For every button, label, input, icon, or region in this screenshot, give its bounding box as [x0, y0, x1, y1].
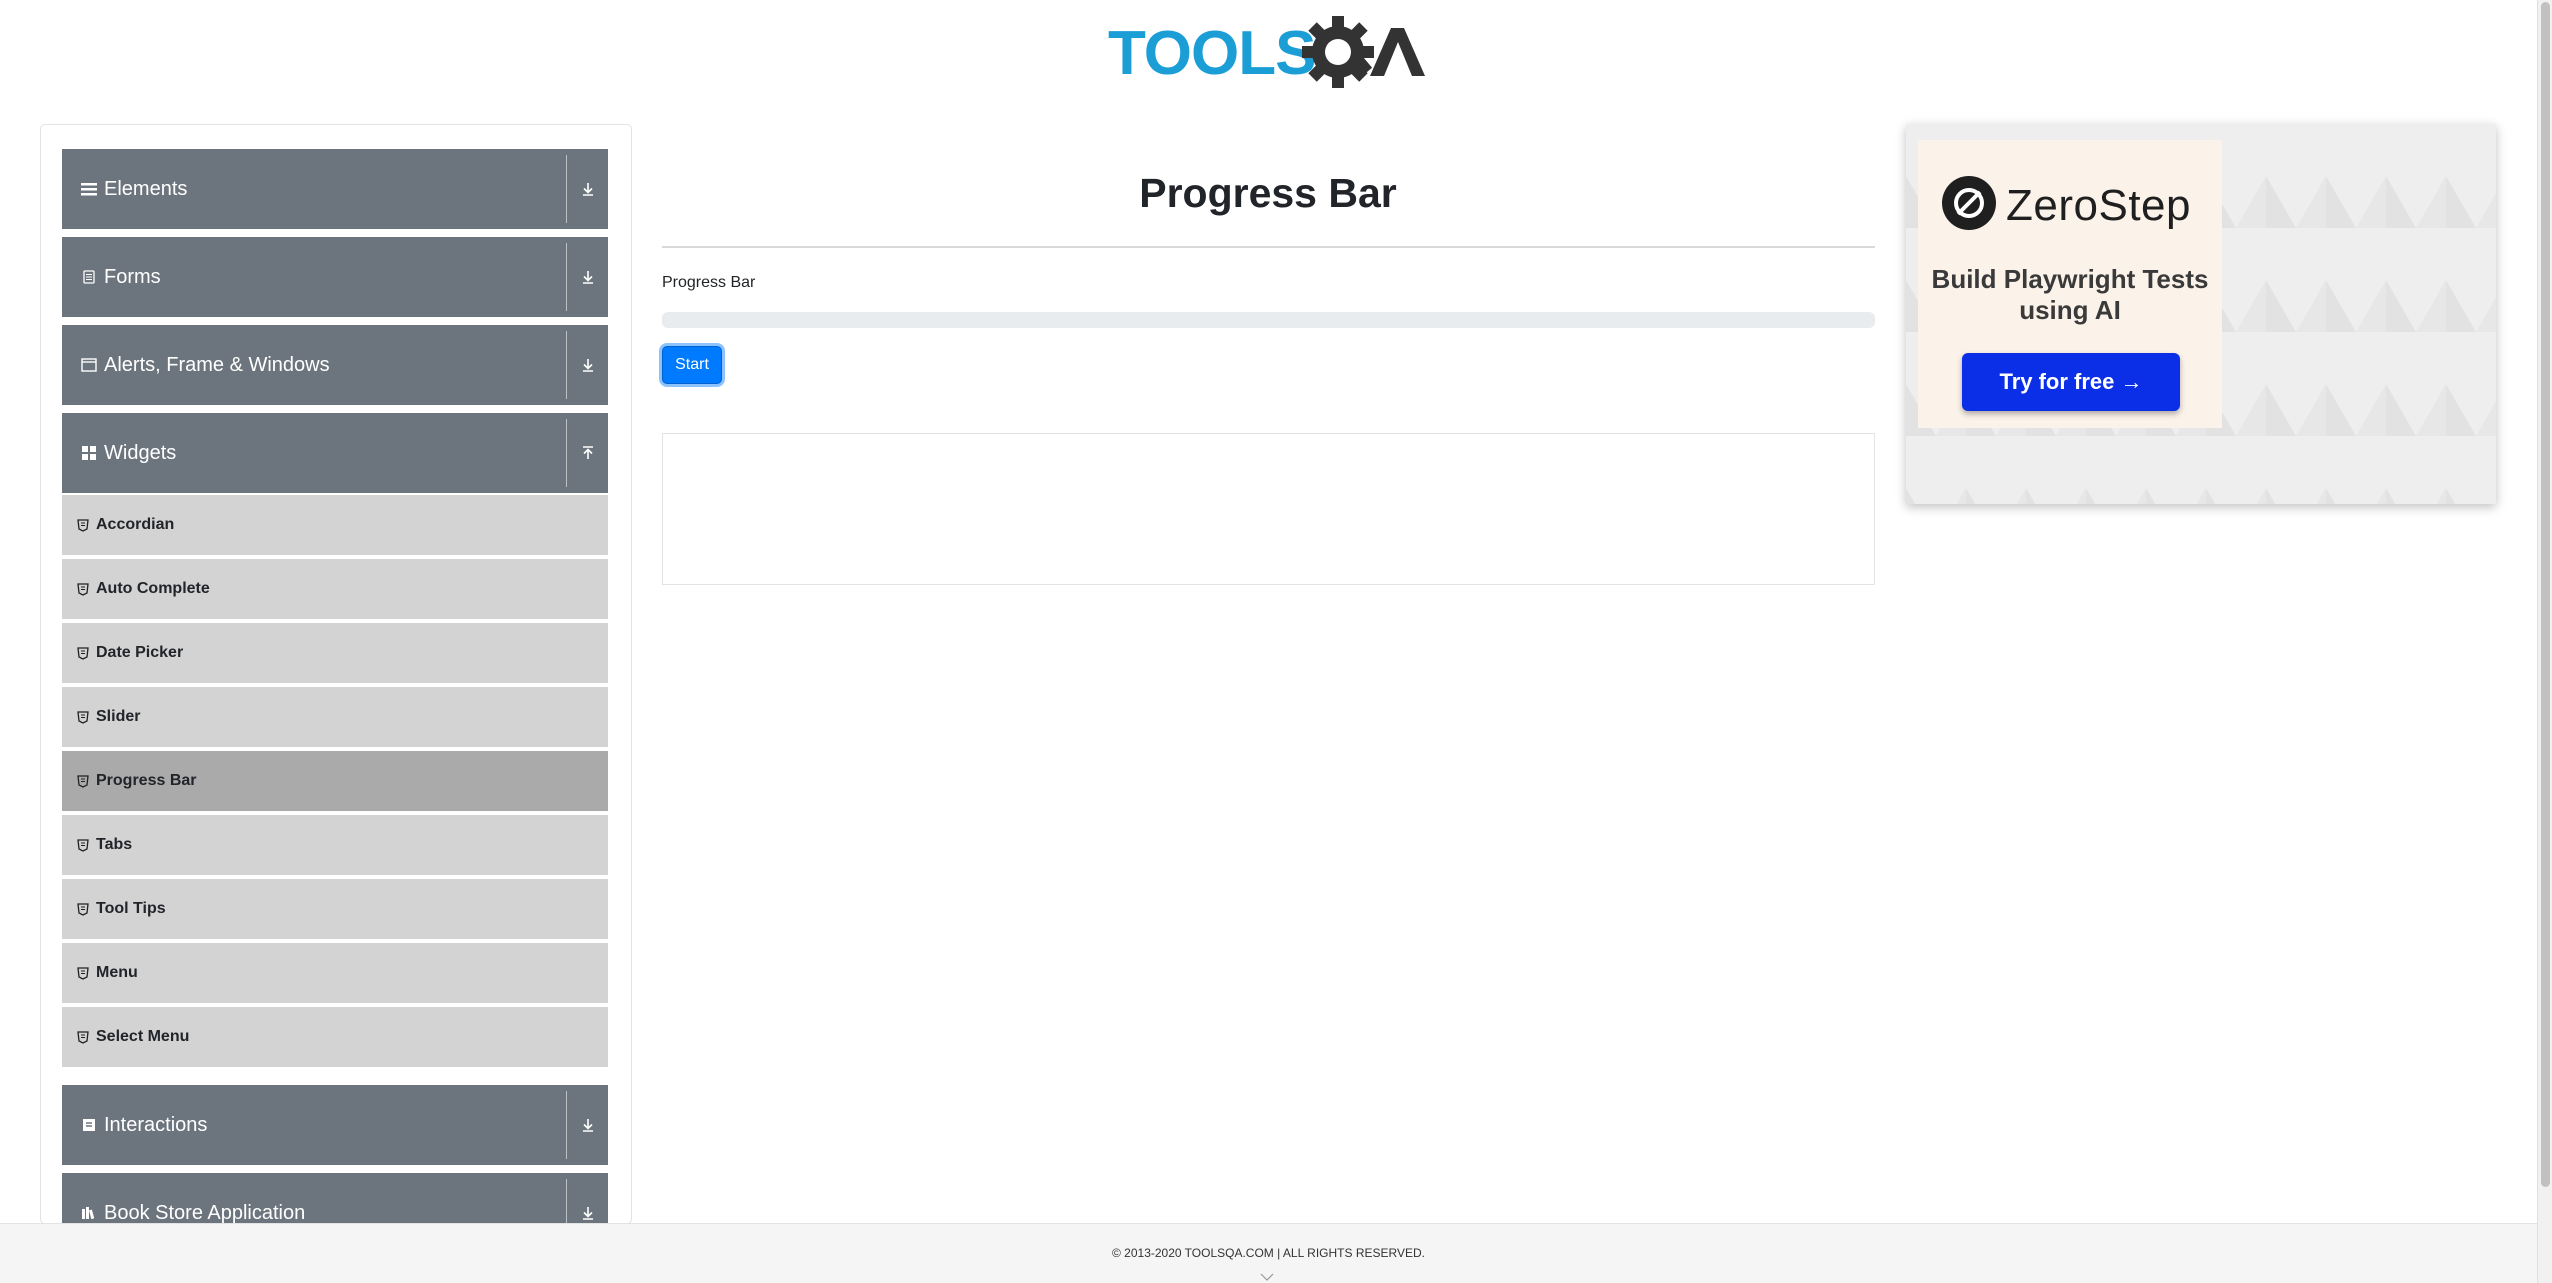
- sidebar-item-tool-tips[interactable]: Tool Tips: [62, 879, 608, 941]
- menu-icon: [80, 180, 98, 198]
- ad-banner[interactable]: ZeroStep Build Playwright Tests using AI…: [1906, 124, 2496, 504]
- footer-copyright: © 2013-2020 TOOLSQA.COM | ALL RIGHTS RES…: [1112, 1246, 1425, 1260]
- sidebar-item-date-picker[interactable]: Date Picker: [62, 623, 608, 685]
- sidebar-item-label: Menu: [96, 964, 138, 981]
- progress-bar: [662, 312, 1875, 328]
- sidebar-group-label: Interactions: [104, 1113, 208, 1136]
- page-scrollbar[interactable]: [2537, 0, 2552, 1283]
- sidebar-item-select-menu[interactable]: Select Menu: [62, 1007, 608, 1069]
- shield-icon: [76, 518, 90, 532]
- sidebar-item-progress-bar[interactable]: Progress Bar: [62, 751, 608, 813]
- ad-headline: Build Playwright Tests using AI: [1931, 264, 2209, 325]
- progress-bar-label: Progress Bar: [662, 274, 756, 291]
- sidebar-group-interactions[interactable]: Interactions: [62, 1085, 608, 1165]
- sidebar-item-slider[interactable]: Slider: [62, 687, 608, 749]
- sidebar-group-label: Forms: [104, 265, 161, 288]
- sidebar-item-auto-complete[interactable]: Auto Complete: [62, 559, 608, 621]
- title-divider: [662, 246, 1875, 248]
- zerostep-logo-icon: [1942, 176, 1996, 235]
- widgets-icon: [80, 444, 98, 462]
- sidebar-item-accordian[interactable]: Accordian: [62, 495, 608, 557]
- sidebar-item-label: Progress Bar: [96, 772, 197, 789]
- sidebar-group-elements[interactable]: Elements: [62, 149, 608, 229]
- ad-cta-button[interactable]: Try for free →: [1962, 353, 2180, 411]
- sidebar-item-label: Slider: [96, 708, 141, 725]
- sidebar-group-alerts[interactable]: Alerts, Frame & Windows: [62, 325, 608, 405]
- expand-icon[interactable]: [566, 331, 608, 399]
- sidebar-group-label: Widgets: [104, 441, 177, 464]
- interactions-icon: [80, 1116, 98, 1134]
- shield-icon: [76, 710, 90, 724]
- book-icon: [80, 1204, 98, 1222]
- shield-icon: [76, 1030, 90, 1044]
- expand-icon[interactable]: [566, 243, 608, 311]
- sidebar-item-label: Select Menu: [96, 1028, 190, 1045]
- expand-icon[interactable]: [566, 155, 608, 223]
- gear-icon: [1302, 16, 1374, 88]
- ad-brand: ZeroStep: [1942, 176, 2191, 235]
- sidebar-item-menu[interactable]: Menu: [62, 943, 608, 1005]
- sidebar-item-tabs[interactable]: Tabs: [62, 815, 608, 877]
- sidebar: Elements Forms Alerts, Frame & Windows W…: [40, 124, 632, 1224]
- sidebar-item-label: Tabs: [96, 836, 133, 853]
- ad-brand-name: ZeroStep: [2006, 180, 2191, 230]
- sidebar-group-label: Alerts, Frame & Windows: [104, 353, 330, 376]
- sidebar-item-label: Date Picker: [96, 644, 184, 661]
- shield-icon: [76, 902, 90, 916]
- footer: © 2013-2020 TOOLSQA.COM | ALL RIGHTS RES…: [0, 1223, 2537, 1283]
- start-button[interactable]: Start: [662, 346, 722, 384]
- sidebar-group-forms[interactable]: Forms: [62, 237, 608, 317]
- expand-icon[interactable]: [566, 1179, 608, 1223]
- shield-icon: [76, 646, 90, 660]
- window-icon: [80, 356, 98, 374]
- chevron-down-icon[interactable]: [1260, 1268, 1274, 1283]
- toolsqa-logo[interactable]: TOOLS: [1108, 14, 1434, 92]
- form-icon: [80, 268, 98, 286]
- sidebar-group-book-store[interactable]: Book Store Application: [62, 1173, 608, 1224]
- ad-card: ZeroStep Build Playwright Tests using AI…: [1918, 140, 2222, 428]
- empty-content-box: [662, 433, 1875, 585]
- shield-icon: [76, 966, 90, 980]
- sidebar-item-label: Auto Complete: [96, 580, 210, 597]
- page: TOOLS Elements Forms Alerts, Frame & Win…: [0, 0, 2552, 1283]
- sidebar-item-label: Accordian: [96, 516, 175, 533]
- logo-text-left: TOOLS: [1108, 19, 1315, 88]
- page-title: Progress Bar: [1139, 170, 1397, 216]
- sidebar-group-widgets[interactable]: Widgets: [62, 413, 608, 493]
- sidebar-group-label: Book Store Application: [104, 1201, 306, 1224]
- sidebar-group-label: Elements: [104, 177, 188, 200]
- scrollbar-thumb[interactable]: [2541, 2, 2550, 1187]
- expand-icon[interactable]: [566, 1091, 608, 1159]
- collapse-icon[interactable]: [566, 419, 608, 487]
- sidebar-item-label: Tool Tips: [96, 900, 166, 917]
- shield-icon: [76, 582, 90, 596]
- shield-icon: [76, 774, 90, 788]
- shield-icon: [76, 838, 90, 852]
